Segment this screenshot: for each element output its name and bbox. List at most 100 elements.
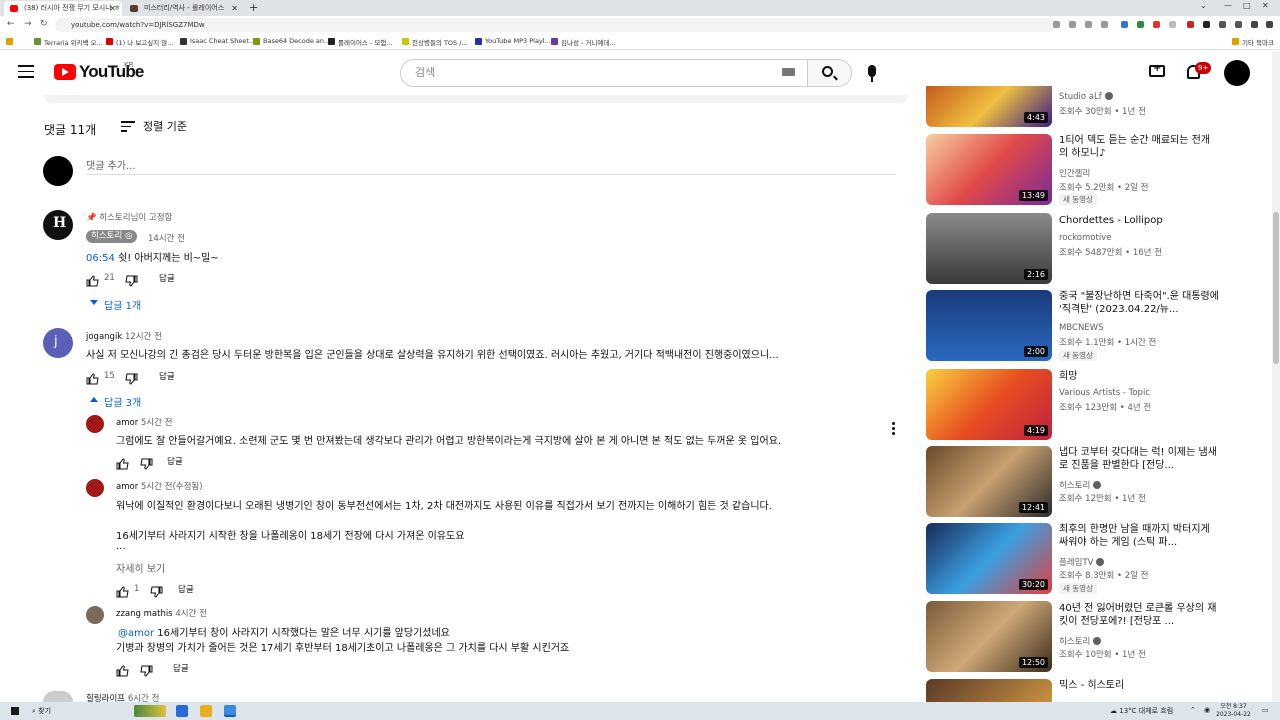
bookmark-item[interactable]: 천상병들의 TOS /... xyxy=(402,37,468,47)
extension-icon[interactable] xyxy=(1121,21,1128,28)
reply-button[interactable]: 답글 xyxy=(159,370,175,382)
dislike-icon[interactable] xyxy=(150,583,163,598)
comment-time[interactable]: 5시간 전(수정됨) xyxy=(141,482,203,492)
windows-start-icon[interactable] xyxy=(11,707,19,715)
video-channel[interactable]: 인간젤리 xyxy=(1059,167,1090,179)
video-title[interactable]: 1티어 덱도 듣는 순간 매료되는 전개의 하모니♪ xyxy=(1059,134,1219,160)
kebab-menu-icon[interactable] xyxy=(892,422,895,435)
video-channel[interactable]: rockomotive xyxy=(1059,233,1111,243)
mention-link[interactable]: @amor xyxy=(118,628,154,639)
search-button[interactable] xyxy=(808,59,852,87)
video-thumbnail[interactable]: 30:20 xyxy=(926,523,1052,594)
chrome-icon[interactable] xyxy=(224,705,236,717)
video-title[interactable]: Chordettes - Lollipop xyxy=(1059,214,1219,227)
sort-button[interactable]: 정렬 기준 xyxy=(121,119,187,135)
bookmark-item[interactable]: YouTube MP3 Playl... xyxy=(475,37,551,45)
taskbar-search[interactable]: ⌕ 찾기 xyxy=(32,706,51,716)
minimize-icon[interactable]: — xyxy=(1224,1,1232,10)
dislike-icon[interactable] xyxy=(140,455,153,470)
sidebar-icon[interactable] xyxy=(1235,21,1242,28)
dislike-icon[interactable] xyxy=(125,272,138,287)
video-thumbnail[interactable]: 12:50 xyxy=(926,601,1052,672)
video-channel[interactable]: Studio aLf xyxy=(1059,92,1113,102)
new-tab-icon[interactable]: + xyxy=(249,1,258,14)
avatar[interactable]: j xyxy=(43,328,73,358)
video-title[interactable]: 중국 "불장난하면 타죽어".윤 대통령에 '직격탄' (2023.04.22/… xyxy=(1059,290,1219,316)
zoom-icon[interactable] xyxy=(1069,21,1076,28)
system-clock[interactable]: 오전 8:37 2023-04-22 xyxy=(1216,703,1251,719)
reply-button[interactable]: 답글 xyxy=(178,583,194,595)
video-thumbnail[interactable]: 2:00 xyxy=(926,290,1052,361)
video-channel[interactable]: 히스토리 xyxy=(1059,635,1102,647)
extension-icon[interactable] xyxy=(1187,21,1194,28)
avatar[interactable] xyxy=(43,691,73,702)
bookmark-item[interactable]: Base64 Decode an... xyxy=(253,37,330,45)
avatar[interactable]: H xyxy=(43,210,73,240)
puzzle-icon[interactable] xyxy=(1219,21,1226,28)
window-close-icon[interactable]: ✕ xyxy=(1262,1,1269,10)
bookmark-item[interactable]: Isaac Cheat Sheet... xyxy=(180,37,255,45)
file-explorer-icon[interactable] xyxy=(200,705,212,717)
comment-time[interactable]: 12시간 전 xyxy=(125,332,162,342)
like-icon[interactable] xyxy=(86,272,99,287)
video-thumbnail[interactable]: 12:41 xyxy=(926,446,1052,517)
extension-icon[interactable] xyxy=(1137,21,1144,28)
video-thumbnail[interactable]: 4:43 xyxy=(926,86,1052,127)
show-more-link[interactable]: 자세히 보기 xyxy=(116,560,165,575)
reply-button[interactable]: 답글 xyxy=(173,662,189,674)
video-title[interactable]: 40년 전 잃어버렸던 로큰롤 우상의 재킷이 전당포에?! [전당포 ... xyxy=(1059,602,1219,628)
tab-close-icon[interactable]: ✕ xyxy=(109,1,116,16)
comment-author[interactable]: jogangik xyxy=(86,332,122,342)
user-avatar[interactable] xyxy=(1224,60,1250,86)
share-icon[interactable] xyxy=(1085,21,1092,28)
video-title[interactable]: 최후의 한명만 남을 때까지 박터지게 싸워야 하는 게임 (스틱 파... xyxy=(1059,523,1219,549)
comment-time[interactable]: 14시간 전 xyxy=(148,232,185,244)
url-input[interactable]: youtube.com/watch?v=DJRlSGZ7MDw xyxy=(55,18,1055,32)
replies-toggle[interactable]: 답글 1개 xyxy=(88,297,141,312)
tab-close-icon[interactable]: ✕ xyxy=(231,1,238,16)
video-title[interactable]: 믹스 - 히스토리 xyxy=(1059,679,1219,692)
scrollbar[interactable] xyxy=(1272,51,1280,702)
maximize-icon[interactable]: □ xyxy=(1243,1,1251,10)
comment-author[interactable]: amor xyxy=(116,418,138,428)
video-thumbnail[interactable] xyxy=(926,679,1052,702)
chevron-up-icon[interactable]: ⌃ xyxy=(1190,706,1196,714)
bookmark-item[interactable]: Terraria 위키백 오... xyxy=(34,37,103,47)
extension-icon[interactable] xyxy=(1169,21,1176,28)
kebab-menu-icon[interactable] xyxy=(1266,21,1273,28)
comment-author[interactable]: zzang mathis xyxy=(116,609,173,619)
browser-tab-active[interactable]: (38) 러시아 전쟁 무기 모시나 ㅎ ✕ xyxy=(4,1,122,16)
youtube-logo-icon[interactable] xyxy=(54,64,76,80)
dislike-icon[interactable] xyxy=(140,662,153,677)
bookmark-item[interactable]: 롤레이어스 - 모험... xyxy=(328,37,393,47)
comment-author[interactable]: amor xyxy=(116,482,138,492)
reply-button[interactable]: 답글 xyxy=(159,272,175,284)
video-thumbnail[interactable]: 13:49 xyxy=(926,134,1052,205)
replies-toggle[interactable]: 답글 3개 xyxy=(88,394,141,409)
youtube-logo-text[interactable]: YouTube xyxy=(79,62,144,82)
forward-icon[interactable]: → xyxy=(24,19,32,29)
video-title[interactable]: 희망 xyxy=(1059,370,1219,383)
avatar[interactable] xyxy=(86,479,104,497)
search-input[interactable]: 검색 xyxy=(400,59,808,87)
extension-icon[interactable] xyxy=(1203,21,1210,28)
chevron-down-icon[interactable]: ⌄ xyxy=(1200,1,1207,10)
browser-tab[interactable]: 미스터리/역사 - 롤레이어스 ✕ xyxy=(124,1,244,16)
extension-icon[interactable] xyxy=(1053,21,1060,28)
video-channel[interactable]: 플레임TV xyxy=(1059,556,1105,568)
profile-icon[interactable] xyxy=(1251,21,1258,28)
reply-button[interactable]: 답글 xyxy=(167,455,183,467)
like-icon[interactable] xyxy=(86,370,99,385)
widgets-icon[interactable] xyxy=(134,705,166,717)
like-icon[interactable] xyxy=(116,662,129,677)
edge-icon[interactable] xyxy=(176,705,188,717)
bookmark-item[interactable]: (1) 나 보고싶지 않... xyxy=(106,37,173,47)
comment-time[interactable]: 5시간 전 xyxy=(141,418,173,428)
video-thumbnail[interactable]: 4:19 xyxy=(926,369,1052,440)
hamburger-menu-icon[interactable] xyxy=(18,65,34,78)
video-channel[interactable]: 히스토리 xyxy=(1059,479,1102,491)
other-bookmarks[interactable]: 기타 북마크 xyxy=(1232,37,1274,47)
bookmark-star-icon[interactable] xyxy=(1101,21,1108,28)
avatar[interactable] xyxy=(86,415,104,433)
bookmark-item[interactable]: 김나성 - 거니예데... xyxy=(551,37,616,47)
